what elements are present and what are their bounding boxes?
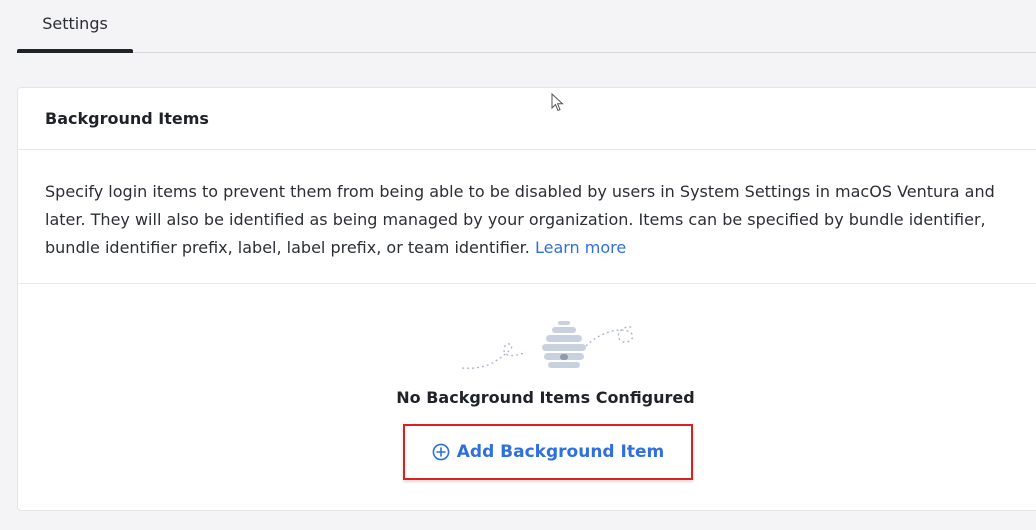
empty-state: No Background Items Configured Add Backg… (18, 284, 1036, 508)
plus-circle-icon (432, 443, 450, 461)
tab-settings[interactable]: Settings (17, 0, 133, 53)
description-text: Specify login items to prevent them from… (45, 182, 995, 257)
beehive-icon (461, 321, 635, 369)
background-items-card: Background Items Specify login items to … (17, 87, 1036, 511)
mouse-cursor-icon (551, 93, 564, 112)
add-background-item-button[interactable]: Add Background Item (403, 424, 693, 480)
learn-more-link[interactable]: Learn more (535, 238, 626, 257)
add-background-item-label: Add Background Item (456, 442, 665, 462)
tab-bar: Settings (17, 0, 1036, 53)
empty-state-title: No Background Items Configured (396, 388, 695, 407)
card-header: Background Items (18, 88, 1036, 150)
tab-settings-label: Settings (42, 14, 108, 33)
active-tab-indicator (17, 49, 133, 53)
card-title: Background Items (45, 109, 209, 128)
card-description: Specify login items to prevent them from… (18, 150, 1036, 284)
